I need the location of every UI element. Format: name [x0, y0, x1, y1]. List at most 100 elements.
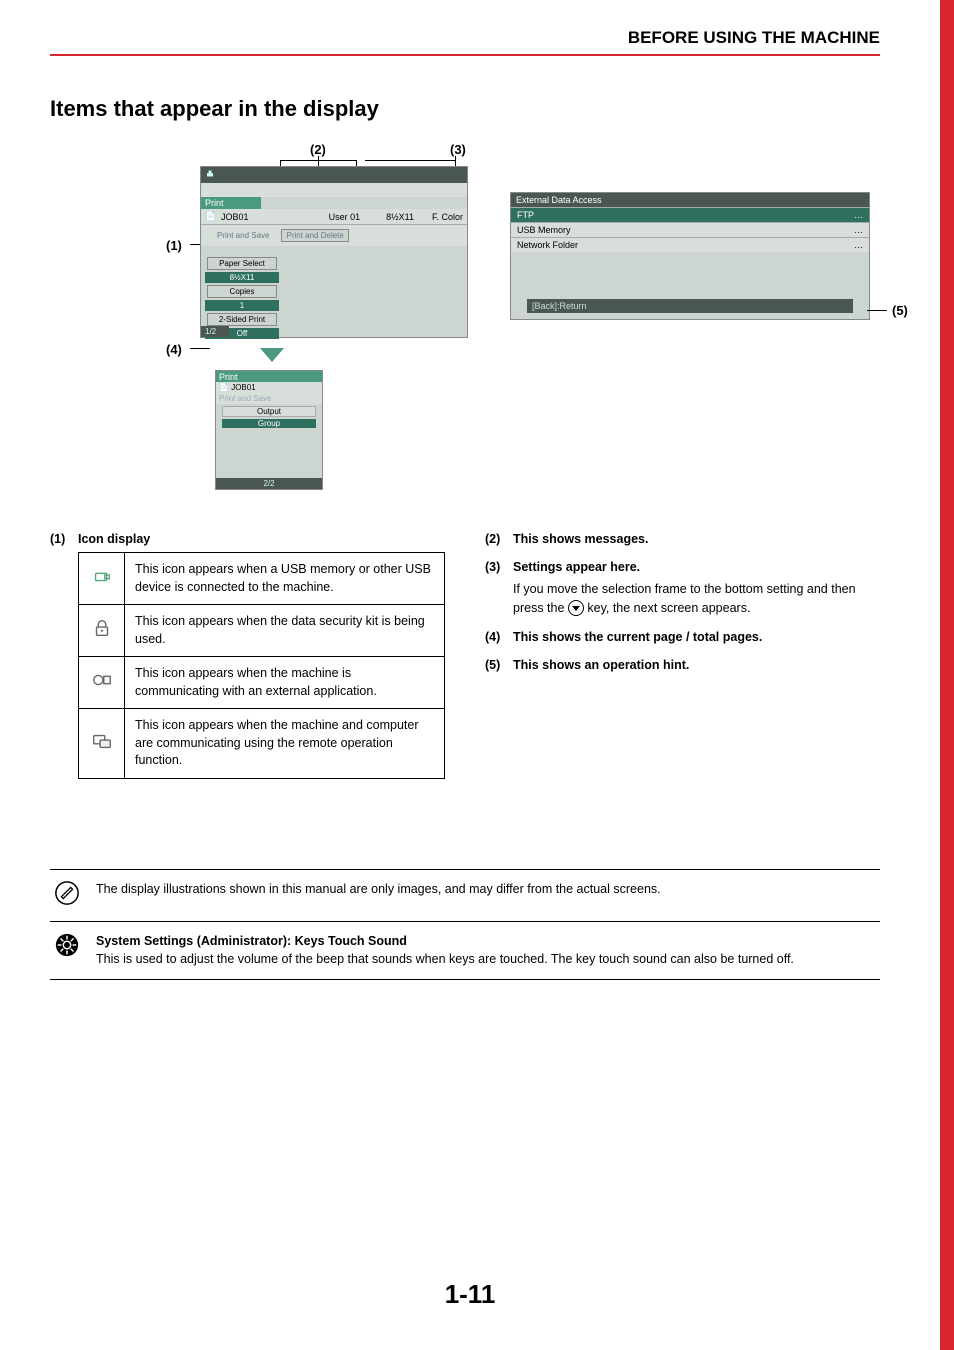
item-3-num: (3) — [485, 560, 513, 574]
lcd-message-bar — [201, 183, 467, 197]
footnote-2-text: System Settings (Administrator): Keys To… — [96, 932, 876, 970]
lcd-job-row: 📄 JOB01 User 01 8½X11 F. Color — [201, 209, 467, 225]
diagram-left: (2) (3) (1) (4) Print — [50, 142, 470, 502]
item-2-num: (2) — [485, 532, 513, 546]
item-5-head: (5)This shows an operation hint. — [485, 658, 880, 672]
lcd-subrow-text: Print and Save — [217, 231, 269, 240]
footnote-row-2: System Settings (Administrator): Keys To… — [50, 921, 880, 980]
item-3-text-b: key, the next screen appears. — [584, 601, 751, 615]
page-accent-bar — [940, 0, 954, 1350]
ellipsis-icon: … — [854, 210, 863, 220]
item-5-title: This shows an operation hint. — [513, 658, 689, 672]
item-4-num: (4) — [485, 630, 513, 644]
icon-table: This icon appears when a USB memory or o… — [78, 552, 445, 779]
item-4-title: This shows the current page / total page… — [513, 630, 762, 644]
lcd2-pager: 2/2 — [216, 478, 322, 489]
lcd3-ftp-label: FTP — [517, 210, 534, 220]
lcd-print-header: Print — [201, 197, 261, 209]
leader-3b — [365, 160, 455, 161]
icon-desc-2: This icon appears when the data security… — [125, 605, 445, 657]
page-header: BEFORE USING THE MACHINE — [50, 28, 880, 54]
description-columns: (1)Icon display This icon appears when a… — [50, 532, 880, 809]
item-3-title: Settings appear here. — [513, 560, 640, 574]
callout-1: (1) — [166, 238, 182, 253]
lock-icon — [91, 617, 113, 639]
lcd3-row-network[interactable]: Network Folder … — [511, 237, 869, 252]
item-2-head: (2)This shows messages. — [485, 532, 880, 546]
lcd-page2: Print 📄 JOB01 Print and Save Output Grou… — [215, 370, 323, 490]
copies-value: 1 — [205, 300, 279, 311]
lcd3-hint: [Back]:Return — [527, 299, 853, 313]
leader-5 — [867, 310, 887, 311]
usb-device-icon — [91, 565, 113, 587]
ellipsis-icon: … — [854, 240, 863, 250]
gear-icon — [54, 932, 80, 958]
lcd-pager: 1/2 — [201, 326, 229, 337]
pencil-note-icon — [54, 880, 80, 906]
lcd2-subrow: Print and Save — [216, 393, 322, 404]
external-app-icon-cell — [79, 657, 125, 709]
lcd3-usb-label: USB Memory — [517, 225, 571, 235]
lcd2-job: JOB01 — [231, 383, 255, 392]
ellipsis-icon: … — [854, 225, 863, 235]
table-row: This icon appears when a USB memory or o… — [79, 553, 445, 605]
item-1-title: Icon display — [78, 532, 150, 546]
section-title: Items that appear in the display — [50, 96, 880, 122]
leader-4 — [190, 348, 210, 349]
down-key-icon — [568, 600, 584, 616]
icon-desc-1: This icon appears when a USB memory or o… — [125, 553, 445, 605]
lcd-color: F. Color — [432, 212, 463, 222]
two-sided-button[interactable]: 2-Sided Print — [207, 313, 277, 326]
header-area: BEFORE USING THE MACHINE — [50, 0, 880, 56]
copies-button[interactable]: Copies — [207, 285, 277, 298]
lcd-icon-row — [201, 167, 467, 183]
security-icon-cell — [79, 605, 125, 657]
item-2-title: This shows messages. — [513, 532, 648, 546]
output-option[interactable]: Output — [222, 406, 316, 417]
item-1-head: (1)Icon display — [50, 532, 445, 546]
lcd3-row-usb[interactable]: USB Memory … — [511, 222, 869, 237]
page-number: 1-11 — [0, 1279, 940, 1310]
group-option[interactable]: Group — [222, 419, 316, 428]
lcd-size: 8½X11 — [386, 212, 414, 222]
footnote-1-text: The display illustrations shown in this … — [96, 880, 876, 911]
usb-device-icon-cell — [79, 553, 125, 605]
lcd-job-name: JOB01 — [221, 212, 249, 222]
lcd3-network-label: Network Folder — [517, 240, 578, 250]
left-column: (1)Icon display This icon appears when a… — [50, 532, 445, 809]
right-column: (2)This shows messages. (3)Settings appe… — [485, 532, 880, 809]
item-1-num: (1) — [50, 532, 78, 546]
callout-5: (5) — [892, 303, 908, 318]
note-icon-cell — [54, 880, 82, 911]
header-rule — [50, 54, 880, 56]
table-row: This icon appears when the machine is co… — [79, 657, 445, 709]
lcd2-print-header: Print — [216, 371, 322, 382]
paper-select-button[interactable]: Paper Select — [207, 257, 277, 270]
remote-op-icon-cell — [79, 709, 125, 779]
footnote-2-body: This is used to adjust the volume of the… — [96, 952, 794, 966]
item-4-head: (4)This shows the current page / total p… — [485, 630, 880, 644]
leader-2b — [280, 160, 356, 161]
print-delete-button[interactable]: Print and Delete — [281, 229, 348, 242]
lcd3-row-ftp[interactable]: FTP … — [511, 207, 869, 222]
lcd3-title: External Data Access — [511, 193, 869, 207]
footnotes: The display illustrations shown in this … — [50, 869, 880, 981]
lcd-body: Print 📄 JOB01 User 01 8½X11 F. Color Pri… — [201, 197, 467, 337]
diagram-row: (2) (3) (1) (4) Print — [50, 142, 880, 502]
lcd-main: Print 📄 JOB01 User 01 8½X11 F. Color Pri… — [200, 166, 468, 338]
item-5-num: (5) — [485, 658, 513, 672]
paper-select-value: 8½X11 — [205, 272, 279, 283]
remote-operation-icon — [91, 730, 113, 752]
external-app-icon — [91, 669, 113, 691]
item-3-body: If you move the selection frame to the b… — [513, 580, 880, 618]
callout-3: (3) — [450, 142, 466, 157]
usb-icon — [204, 168, 216, 180]
table-row: This icon appears when the data security… — [79, 605, 445, 657]
footnote-2-title: System Settings (Administrator): Keys To… — [96, 934, 407, 948]
page-content: BEFORE USING THE MACHINE Items that appe… — [0, 0, 940, 980]
icon-desc-3: This icon appears when the machine is co… — [125, 657, 445, 709]
triangle-down-icon — [260, 348, 284, 362]
lcd2-job-row: 📄 JOB01 — [216, 382, 322, 393]
item-3-head: (3)Settings appear here. — [485, 560, 880, 574]
lcd-subrow: Print and Save Print and Delete — [201, 225, 467, 246]
